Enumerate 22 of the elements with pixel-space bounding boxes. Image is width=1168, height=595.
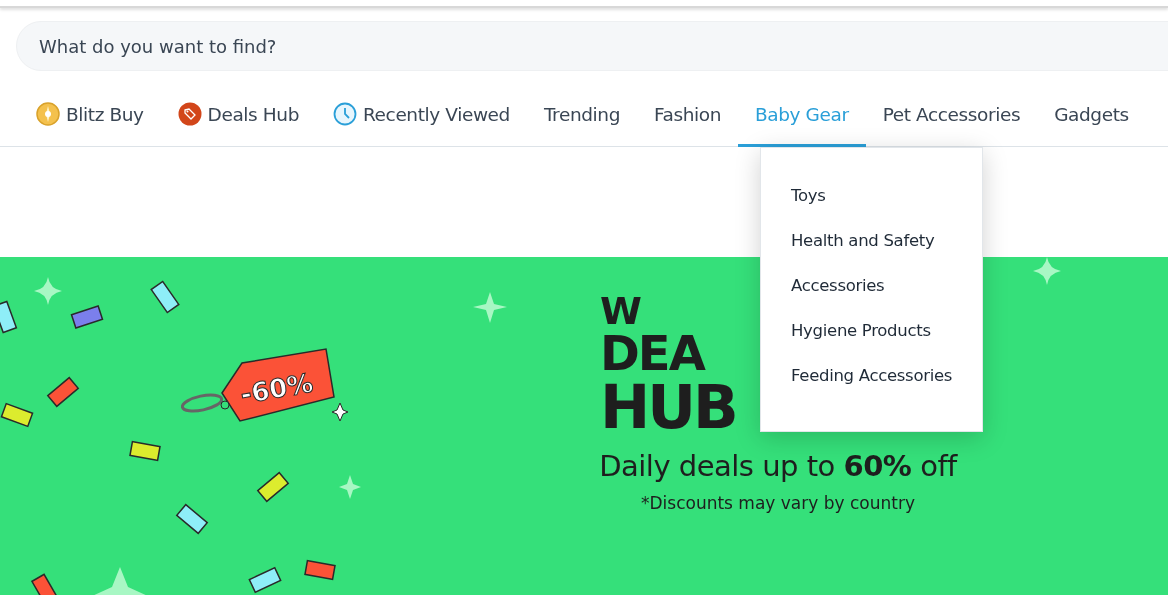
category-tab[interactable]: Gadgets	[1037, 84, 1146, 147]
banner-title: W	[600, 295, 642, 328]
banner-headline: Daily deals up to 60% off	[599, 449, 957, 484]
category-tab[interactable]: Blitz Buy	[19, 84, 161, 147]
category-tab[interactable]: Pet Accessories	[865, 84, 1038, 147]
menu-item[interactable]: Toys	[791, 185, 982, 207]
coin-icon	[36, 102, 60, 126]
banner-title: HUB	[600, 382, 736, 434]
menu-item[interactable]: Hygiene Products	[791, 320, 982, 342]
menu-item[interactable]: Feeding Accessories	[791, 365, 982, 387]
menu-item[interactable]: Accessories	[791, 275, 982, 297]
search-field[interactable]: What do you want to find?	[16, 21, 1168, 71]
category-tab[interactable]: Recently Viewed	[316, 84, 527, 147]
discount-text: -60%	[238, 367, 316, 410]
category-tab[interactable]: Fashion	[637, 84, 738, 147]
banner-title: DEA	[600, 333, 704, 375]
category-tab[interactable]: Trending	[526, 84, 637, 147]
menu-item[interactable]: Health and Safety	[791, 230, 982, 252]
clock-icon	[333, 102, 357, 126]
banner-note: *Discounts may vary by country	[640, 493, 915, 514]
category-tab[interactable]: Deals Hub	[160, 84, 316, 147]
tag-icon	[177, 102, 202, 126]
